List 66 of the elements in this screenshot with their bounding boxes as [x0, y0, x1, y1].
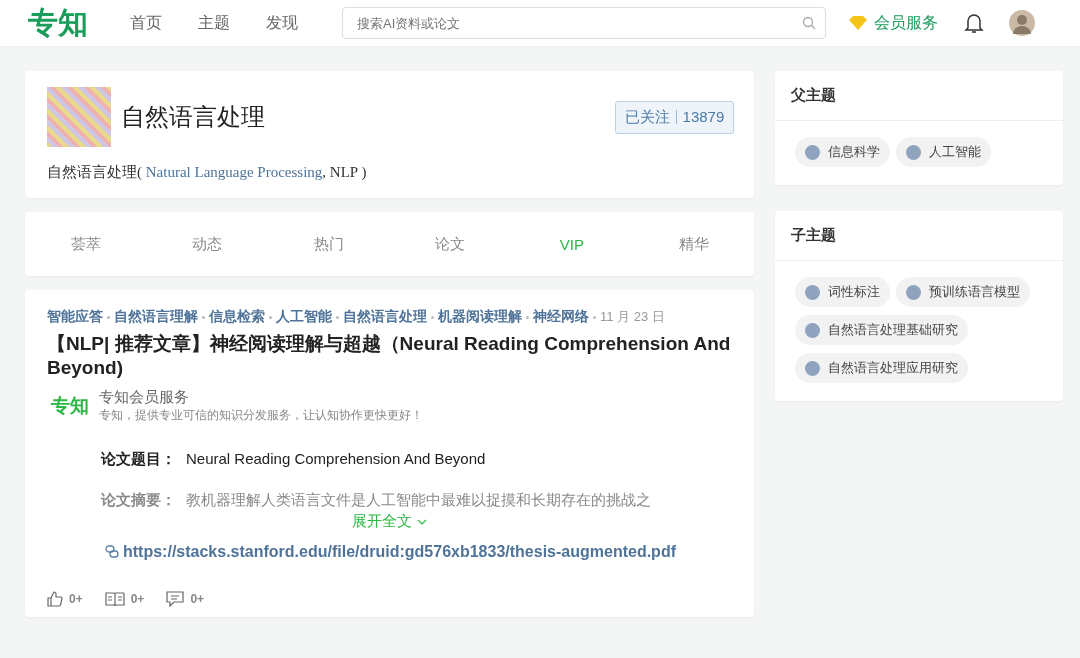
paper-title: Neural Reading Comprehension And Beyond	[186, 450, 486, 469]
section-heading: 父主题	[775, 71, 1063, 121]
comment-icon[interactable]	[166, 591, 185, 607]
separator-dot	[202, 315, 205, 319]
search-icon	[802, 16, 816, 30]
stat-count: 0+	[190, 592, 205, 606]
topic-chip[interactable]: 自然语言处理应用研究	[795, 353, 969, 383]
nav-link[interactable]: 主题	[198, 12, 230, 34]
tag-link[interactable]: 自然语言处理	[343, 308, 427, 326]
source-slogan: 专知，提供专业可信的知识分发服务，让认知协作更快更好！	[99, 407, 423, 424]
topic-thumbnail	[805, 322, 821, 338]
site-logo[interactable]: 专知	[28, 2, 88, 44]
tab[interactable]: 精华	[632, 234, 755, 254]
post-date: 11 月 23 日	[600, 308, 665, 326]
topic-title: 自然语言处理	[121, 103, 266, 132]
source-logo: 专知	[51, 394, 89, 418]
topic-chip[interactable]: 人工智能	[896, 137, 992, 167]
paper-link[interactable]: https://stacks.stanford.edu/file/druid:gd576xb1833/thesis-augmented.pdf	[123, 543, 676, 561]
separator-dot	[526, 315, 529, 319]
separator-dot	[431, 315, 434, 319]
abstract-text: 教机器理解人类语言文件是人工智能中最难以捉摸和长期存在的挑战之	[186, 491, 651, 510]
diamond-icon	[848, 15, 868, 31]
stat-count: 0+	[69, 592, 83, 606]
nav-link[interactable]: 首页	[130, 12, 162, 34]
separator-dot	[107, 315, 110, 319]
topic-thumbnail	[805, 360, 821, 376]
tag-link[interactable]: 机器阅读理解	[438, 308, 522, 326]
tag-link[interactable]: 神经网络	[533, 308, 589, 326]
tab[interactable]: 荟萃	[25, 234, 147, 254]
chevron-down-icon	[415, 517, 428, 526]
tag-link[interactable]: 人工智能	[276, 308, 332, 326]
link-icon	[105, 545, 119, 559]
field-label: 论文摘要：	[101, 491, 176, 510]
tag-link[interactable]: 智能应答	[47, 308, 103, 326]
separator-dot	[336, 315, 339, 319]
topic-thumbnail	[906, 284, 922, 300]
thumbs-up-icon[interactable]	[47, 591, 63, 607]
section-heading: 子主题	[775, 211, 1063, 261]
tag-link[interactable]: 信息检索	[209, 308, 265, 326]
tab[interactable]: VIP	[511, 235, 633, 253]
stat-count: 0+	[130, 592, 145, 606]
tab[interactable]: 热门	[268, 234, 390, 254]
user-avatar[interactable]	[1008, 9, 1036, 37]
topic-description: 自然语言处理( Natural Language Processing, NLP )	[47, 163, 368, 182]
source-name: 专知会员服务	[99, 388, 190, 407]
post-title[interactable]: 【NLP| 推荐文章】神经阅读理解与超越（Neural Reading Comprehension And Beyond)	[47, 332, 733, 380]
field-label: 论文题目：	[101, 450, 176, 469]
separator-dot	[269, 315, 272, 319]
separator-dot	[593, 315, 596, 319]
expand-link[interactable]: 展开全文	[351, 512, 428, 531]
nav-link[interactable]: 发现	[266, 12, 298, 34]
book-icon[interactable]	[104, 591, 125, 607]
membership-link[interactable]: 会员服务	[848, 12, 938, 34]
topic-chip[interactable]: 预训练语言模型	[896, 277, 1031, 307]
tab[interactable]: 动态	[146, 234, 269, 254]
topic-chip[interactable]: 自然语言处理基础研究	[795, 315, 969, 345]
topic-chip[interactable]: 信息科学	[795, 137, 891, 167]
notification-bell-icon[interactable]	[964, 12, 984, 34]
tab[interactable]: 论文	[389, 234, 512, 254]
topic-thumbnail	[805, 144, 821, 160]
topic-thumbnail	[805, 284, 821, 300]
follow-button[interactable]: 已关注 13879	[614, 100, 735, 134]
topic-chip[interactable]: 词性标注	[795, 277, 891, 307]
search-field[interactable]: 搜索AI资料或论文	[342, 7, 826, 39]
topic-thumbnail	[906, 144, 922, 160]
tag-link[interactable]: 自然语言理解	[114, 308, 198, 326]
